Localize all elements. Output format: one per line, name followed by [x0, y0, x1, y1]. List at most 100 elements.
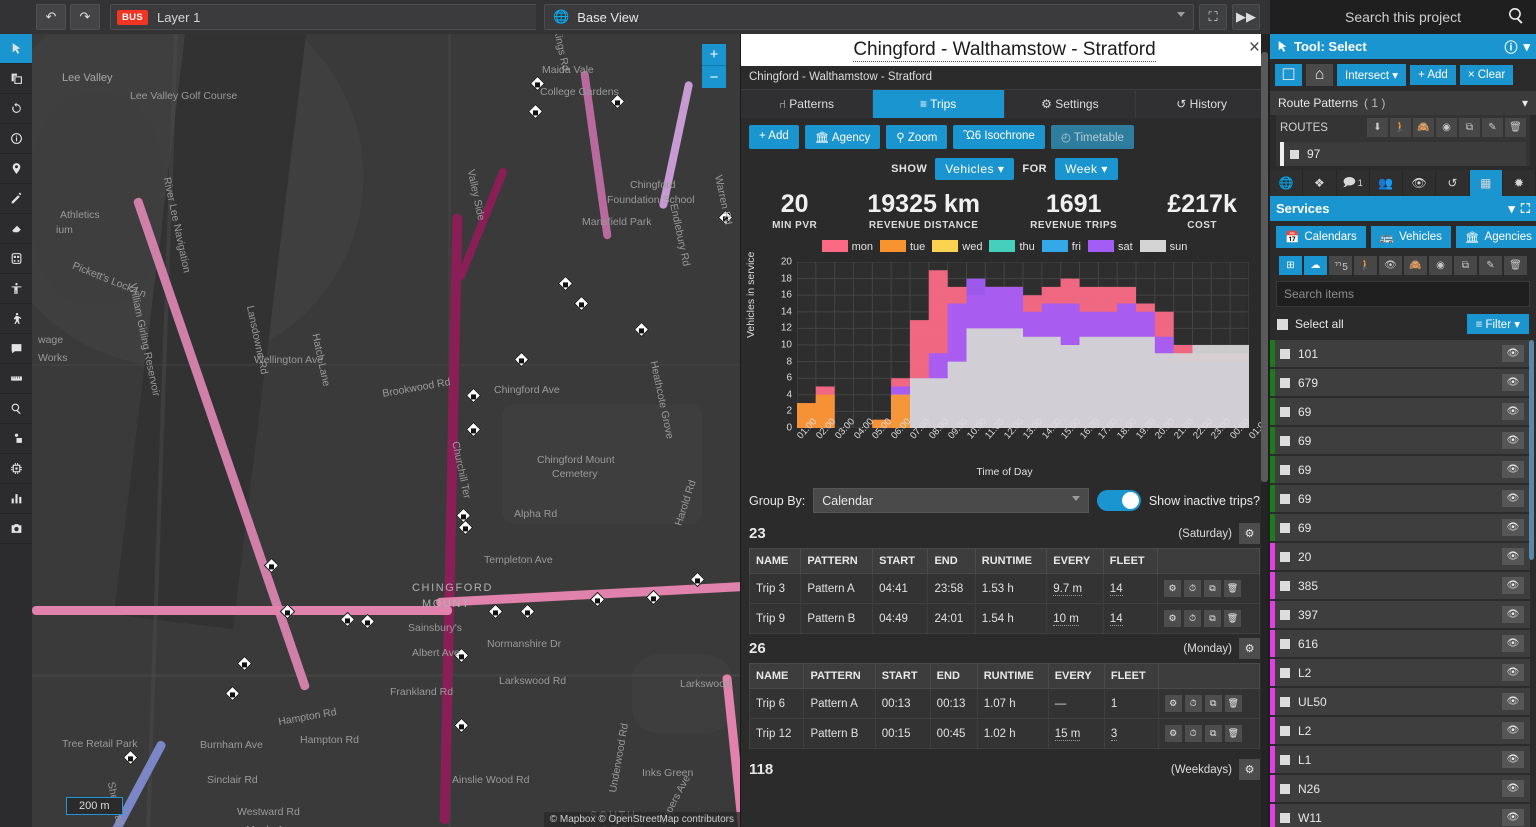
table-row[interactable]: Trip 12 Pattern B 00:15 00:45 1.02 h 15 m 3 ⚙ ⏱ ⧉…	[748, 718, 1261, 749]
legend-item-sun[interactable]: sun	[1139, 240, 1187, 253]
list-item[interactable]: 101 👁	[1270, 340, 1530, 367]
eraser-tool[interactable]	[0, 214, 32, 244]
legend-item-fri[interactable]: fri	[1041, 240, 1081, 253]
add-button[interactable]: + Add	[749, 125, 799, 149]
accessibility-tool[interactable]	[0, 274, 32, 304]
eye-icon[interactable]: 👁	[1502, 606, 1524, 623]
lasso-select-button[interactable]: ⌂	[1306, 64, 1333, 86]
comment-tool[interactable]	[0, 334, 32, 364]
item-checkbox[interactable]	[1280, 725, 1290, 736]
copy-icon[interactable]: ⧉	[1203, 580, 1221, 597]
clock-icon[interactable]: ⏱	[1184, 695, 1202, 712]
rotate-tool[interactable]	[0, 94, 32, 124]
list-item[interactable]: L1 👁	[1270, 746, 1530, 773]
delete-icon[interactable]: 🗑	[1224, 725, 1242, 742]
magnifier-icon[interactable]	[1507, 6, 1526, 28]
route-checkbox[interactable]	[1290, 149, 1299, 159]
people-icon[interactable]: 👥	[1370, 170, 1403, 196]
cell-every[interactable]: 15 m	[1047, 718, 1105, 749]
copy-icon[interactable]: ⧉	[1459, 118, 1480, 137]
cell-fleet[interactable]: 1	[1103, 688, 1159, 719]
select-tool[interactable]	[0, 34, 32, 64]
redo-button[interactable]: ↷	[70, 4, 100, 30]
list-item[interactable]: 69 👁	[1270, 485, 1530, 512]
copy-icon[interactable]: ⧉	[1204, 695, 1222, 712]
item-checkbox[interactable]	[1280, 638, 1290, 649]
eye-icon[interactable]: 👁	[1379, 256, 1402, 275]
gear-icon[interactable]: ⚙	[1239, 523, 1260, 544]
item-checkbox[interactable]	[1280, 812, 1290, 823]
zoom-button[interactable]: ⚲ Zoom	[886, 125, 948, 149]
legend-item-mon[interactable]: mon	[821, 240, 873, 253]
map-zoom-controls[interactable]: + −	[702, 44, 726, 88]
list-item[interactable]: 69 👁	[1270, 398, 1530, 425]
agencies-button[interactable]: 🏛 Agencies	[1455, 226, 1536, 248]
layers-icon[interactable]: ❖	[1303, 170, 1337, 196]
panel-scrollbar-thumb[interactable]	[1261, 52, 1268, 482]
analytics-tool[interactable]	[0, 484, 32, 514]
info-tool[interactable]	[0, 124, 32, 154]
tab-patterns[interactable]: ⑁ Patterns	[741, 90, 873, 118]
route-item[interactable]: 97	[1280, 142, 1526, 166]
edit-icon[interactable]: ✎	[1482, 118, 1503, 137]
clock-icon[interactable]: ⏱	[1184, 725, 1202, 742]
list-item[interactable]: 397 👁	[1270, 601, 1530, 628]
item-checkbox[interactable]	[1280, 783, 1290, 794]
download-icon[interactable]: ⬇	[1367, 118, 1388, 137]
list-item[interactable]: 69 👁	[1270, 456, 1530, 483]
eye-icon[interactable]: 👁	[1502, 345, 1524, 362]
fullscreen-icon[interactable]: ⛶	[1199, 4, 1227, 30]
list-item[interactable]: L2 👁	[1270, 717, 1530, 744]
ruler-tool[interactable]	[0, 364, 32, 394]
eye-icon[interactable]: 👁	[1502, 432, 1524, 449]
table-row[interactable]: Trip 6 Pattern A 00:13 00:13 1.07 h —1 ⚙ ⏱ ⧉ 🗑	[748, 688, 1261, 719]
chip-tool[interactable]	[0, 454, 32, 484]
tab-settings[interactable]: ⚙ Settings	[1005, 90, 1137, 118]
item-checkbox[interactable]	[1280, 406, 1290, 417]
chevron-down-icon[interactable]: ▾	[1523, 39, 1530, 55]
legend-item-tue[interactable]: tue	[880, 240, 925, 253]
new-icon[interactable]: ⊞	[1279, 256, 1302, 275]
cell-every[interactable]: 10 m	[1046, 603, 1104, 634]
list-item[interactable]: 69 👁	[1270, 427, 1530, 454]
intersect-dropdown[interactable]: Intersect ▾	[1337, 64, 1407, 86]
gear-icon[interactable]: ⚙	[1163, 580, 1181, 597]
item-checkbox[interactable]	[1280, 464, 1290, 475]
view-selector[interactable]: 🌐 Base View	[544, 4, 1194, 30]
eye-icon[interactable]: 👁	[1502, 577, 1524, 594]
tab-history[interactable]: ↺ History	[1136, 90, 1268, 118]
bus-tool[interactable]	[0, 244, 32, 274]
list-item[interactable]: 679 👁	[1270, 369, 1530, 396]
legend-item-wed[interactable]: wed	[932, 240, 982, 253]
eye-off-icon[interactable]: 🙈	[1404, 256, 1427, 275]
zoom-in-button[interactable]: +	[702, 44, 726, 66]
for-week-dropdown[interactable]: Week ▾	[1055, 158, 1118, 180]
chevron-down-icon[interactable]: ▾	[1508, 201, 1515, 217]
gear-icon[interactable]: ⚙	[1164, 725, 1182, 742]
walk-icon[interactable]: 🚶	[1390, 118, 1411, 137]
delete-icon[interactable]: 🗑	[1504, 256, 1527, 275]
clear-button[interactable]: × Clear	[1459, 65, 1514, 85]
table-row[interactable]: Trip 3 Pattern A 04:41 23:58 1.53 h 9.7 m 14 ⚙ ⏱…	[748, 573, 1261, 604]
list-item[interactable]: 69 👁	[1270, 514, 1530, 541]
copy-icon[interactable]: ⧉	[1204, 725, 1222, 742]
expand-icon[interactable]: ⛶	[1521, 201, 1530, 217]
eye-icon[interactable]: 👁	[1502, 519, 1524, 536]
eye-icon[interactable]: 👁	[1502, 722, 1524, 739]
chevron-down-icon[interactable]: ▾	[1522, 96, 1528, 110]
add-button[interactable]: + Add	[1410, 65, 1456, 85]
gear-icon[interactable]: ⚙	[1239, 638, 1260, 659]
eye-icon[interactable]: 👁	[1502, 548, 1524, 565]
delete-icon[interactable]: 🗑	[1223, 610, 1241, 627]
show-vehicles-dropdown[interactable]: Vehicles ▾	[935, 158, 1015, 180]
cloud-icon[interactable]: ☁	[1304, 256, 1327, 275]
delete-icon[interactable]: 🗑	[1224, 695, 1242, 712]
item-checkbox[interactable]	[1280, 667, 1290, 678]
item-checkbox[interactable]	[1280, 435, 1290, 446]
list-item[interactable]: 20 👁	[1270, 543, 1530, 570]
item-checkbox[interactable]	[1280, 696, 1290, 707]
eye-icon[interactable]: 👁	[1502, 374, 1524, 391]
copy-icon[interactable]: ⧉	[1203, 610, 1221, 627]
show-inactive-toggle[interactable]	[1096, 490, 1141, 511]
timetable-button[interactable]: ◴ Timetable	[1050, 125, 1134, 149]
